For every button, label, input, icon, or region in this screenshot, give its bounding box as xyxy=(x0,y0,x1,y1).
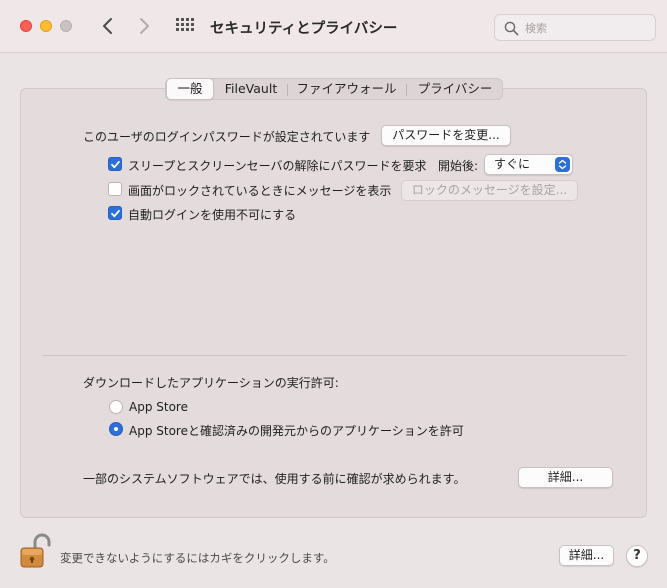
close-window-button[interactable] xyxy=(20,20,32,32)
tab-privacy[interactable]: プライバシー xyxy=(409,79,501,99)
window-title: セキュリティとプライバシー xyxy=(210,21,398,37)
section-divider xyxy=(43,355,626,356)
show-message-checkbox[interactable] xyxy=(108,182,122,196)
minimize-window-button[interactable] xyxy=(40,20,52,32)
title-bar: セキュリティとプライバシー xyxy=(0,0,667,53)
advanced-button[interactable]: 詳細... xyxy=(559,545,614,566)
forward-button[interactable] xyxy=(132,14,156,38)
system-software-text: 一部のシステムソフトウェアでは、使用する前に確認が求められます。 xyxy=(83,472,466,486)
general-panel: このユーザのログインパスワードが設定されています パスワードを変更... スリー… xyxy=(20,88,647,518)
search-input[interactable] xyxy=(523,19,649,37)
show-all-grid-icon[interactable] xyxy=(176,18,194,35)
identified-developers-radio-label: App Storeと確認済みの開発元からのアプリケーションを許可 xyxy=(129,424,464,438)
checkmark-icon xyxy=(111,209,120,218)
checkmark-icon xyxy=(111,160,120,169)
password-delay-select[interactable]: すぐに xyxy=(484,154,573,175)
app-store-radio-label: App Store xyxy=(129,400,188,414)
updown-chevron-icon xyxy=(555,157,570,172)
search-field[interactable] xyxy=(494,14,656,41)
app-store-radio[interactable] xyxy=(109,400,123,414)
disable-auto-login-label: 自動ログインを使用不可にする xyxy=(128,208,297,222)
delay-label: 開始後: xyxy=(438,159,479,173)
password-set-text: このユーザのログインパスワードが設定されています xyxy=(83,130,371,144)
change-password-button[interactable]: パスワードを変更... xyxy=(381,125,511,146)
chevron-right-icon xyxy=(140,18,149,34)
details-button[interactable]: 詳細... xyxy=(518,467,613,488)
show-message-label: 画面がロックされているときにメッセージを表示 xyxy=(128,184,392,198)
identified-developers-radio[interactable] xyxy=(109,422,123,436)
search-icon xyxy=(504,21,519,36)
back-button[interactable] xyxy=(96,14,120,38)
lock-icon[interactable] xyxy=(18,533,52,569)
downloads-heading: ダウンロードしたアプリケーションの実行許可: xyxy=(83,376,339,390)
help-button[interactable]: ? xyxy=(626,545,648,567)
password-delay-value: すぐに xyxy=(494,157,531,171)
require-password-checkbox[interactable] xyxy=(108,157,122,171)
set-lock-message-button[interactable]: ロックのメッセージを設定... xyxy=(401,180,578,201)
tab-filevault[interactable]: FileVault xyxy=(218,79,284,99)
tab-bar: 一般 FileVault ファイアウォール プライバシー xyxy=(165,78,503,100)
zoom-window-button[interactable] xyxy=(60,20,72,32)
tab-firewall[interactable]: ファイアウォール xyxy=(289,79,404,99)
lock-hint-text: 変更できないようにするにはカギをクリックします。 xyxy=(60,551,335,565)
tab-separator xyxy=(287,84,288,96)
tab-general[interactable]: 一般 xyxy=(166,78,214,100)
preferences-window: セキュリティとプライバシー このユーザのログインパスワードが設定されています パ… xyxy=(0,0,667,588)
tab-separator xyxy=(406,84,407,96)
disable-auto-login-checkbox[interactable] xyxy=(108,206,122,220)
require-password-label: スリープとスクリーンセーバの解除にパスワードを要求 xyxy=(128,159,427,173)
chevron-left-icon xyxy=(103,18,112,34)
